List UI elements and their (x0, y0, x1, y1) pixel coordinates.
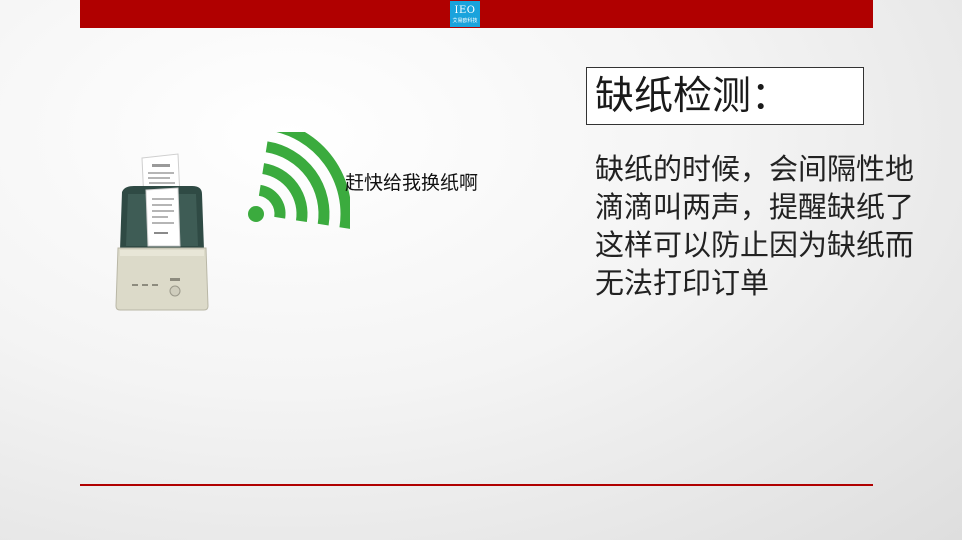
brand-logo: IEO 艾易欧科技 (450, 1, 480, 27)
description-line: 滴滴叫两声，提醒缺纸了 (595, 190, 915, 224)
signal-dot (248, 206, 264, 222)
logo-main-text: IEO (454, 5, 476, 16)
receipt-printer-icon (112, 150, 212, 315)
description-line: 缺纸的时候，会间隔性地 (595, 152, 915, 186)
logo-sub-text: 艾易欧科技 (452, 18, 478, 24)
description-line: 无法打印订单 (595, 266, 770, 300)
title-box: 缺纸检测： (586, 67, 864, 125)
bottom-divider (80, 484, 873, 486)
callout-text: 赶快给我换纸啊 (345, 172, 479, 194)
slide-title: 缺纸检测： (595, 74, 791, 119)
description-text: 缺纸的时候，会间隔性地 滴滴叫两声，提醒缺纸了 这样可以防止因为缺纸而 无法打印… (595, 150, 955, 302)
wireless-signal-icon (240, 119, 352, 242)
description-line: 这样可以防止因为缺纸而 (595, 228, 915, 262)
